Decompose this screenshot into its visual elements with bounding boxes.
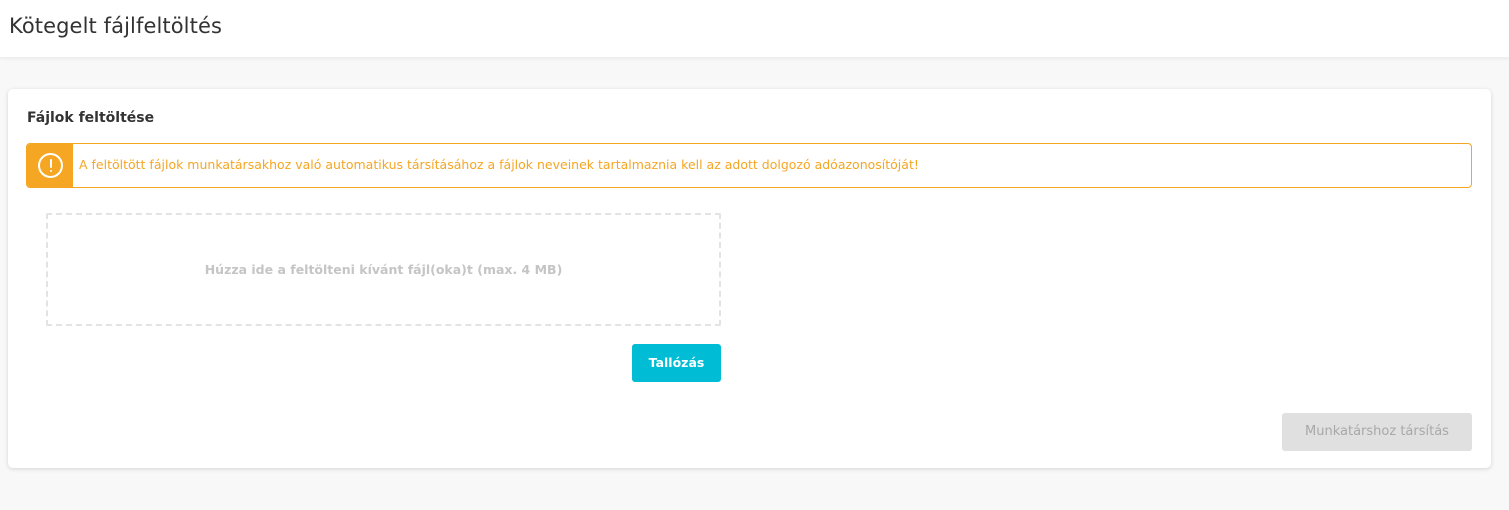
- alert-icon-box: [27, 144, 73, 187]
- page-header: Kötegelt fájlfeltöltés: [0, 0, 1509, 58]
- page-title: Kötegelt fájlfeltöltés: [9, 14, 223, 38]
- card-title: Fájlok feltöltése: [27, 110, 155, 126]
- dropzone-text: Húzza ide a feltölteni kívánt fájl(oka)t…: [204, 262, 563, 277]
- file-dropzone[interactable]: Húzza ide a feltölteni kívánt fájl(oka)t…: [46, 213, 721, 326]
- browse-button[interactable]: Tallózás: [632, 344, 721, 382]
- upload-card: Fájlok feltöltése A feltöltött fájlok mu…: [8, 89, 1491, 468]
- exclamation-circle-icon: [38, 153, 63, 178]
- alert-text: A feltöltött fájlok munkatársakhoz való …: [79, 157, 919, 172]
- assign-to-employee-button[interactable]: Munkatárshoz társítás: [1282, 413, 1472, 451]
- warning-alert: A feltöltött fájlok munkatársakhoz való …: [26, 143, 1472, 188]
